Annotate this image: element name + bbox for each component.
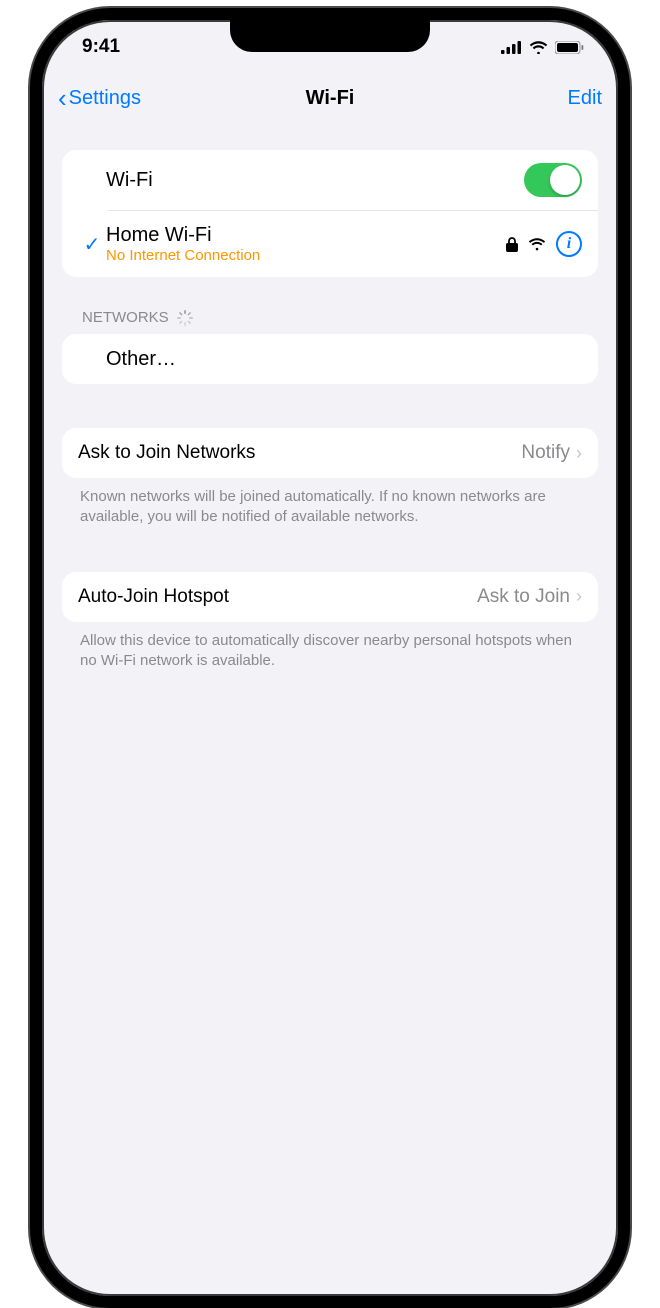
ask-to-join-row[interactable]: Ask to Join Networks Notify ›: [62, 428, 598, 478]
chevron-right-icon: ›: [576, 443, 582, 464]
spinner-icon: [177, 310, 193, 326]
ask-value: Notify: [521, 442, 570, 464]
wifi-toggle[interactable]: [524, 163, 582, 197]
cellular-icon: [501, 41, 522, 54]
networks-header: Networks: [62, 277, 598, 334]
other-network-row[interactable]: Other…: [62, 334, 598, 384]
connected-network-row[interactable]: ✓ Home Wi-Fi No Internet Connection i: [62, 211, 598, 277]
lock-icon: [506, 237, 518, 252]
phone-frame: 9:41 ‹ Settings Wi-Fi Edit Wi-Fi ✓ Home …: [30, 8, 630, 1308]
networks-card: Other…: [62, 334, 598, 384]
other-label: Other…: [106, 348, 176, 371]
network-status: No Internet Connection: [106, 247, 506, 264]
auto-join-hotspot-row[interactable]: Auto-Join Hotspot Ask to Join ›: [62, 572, 598, 622]
ask-footer: Known networks will be joined automatica…: [62, 478, 598, 528]
battery-icon: [555, 41, 584, 54]
nav-bar: ‹ Settings Wi-Fi Edit: [42, 74, 618, 122]
wifi-status-icon: [529, 41, 548, 54]
page-title: Wi-Fi: [306, 87, 355, 110]
check-icon: ✓: [78, 232, 106, 257]
wifi-card: Wi-Fi ✓ Home Wi-Fi No Internet Connectio…: [62, 150, 598, 277]
wifi-label: Wi-Fi: [106, 169, 524, 192]
wifi-signal-icon: [528, 238, 546, 251]
hotspot-footer: Allow this device to automatically disco…: [62, 622, 598, 672]
info-icon[interactable]: i: [556, 231, 582, 257]
status-indicators: [501, 41, 584, 54]
back-label: Settings: [69, 87, 141, 110]
hotspot-value: Ask to Join: [477, 586, 570, 608]
wifi-toggle-row: Wi-Fi: [62, 150, 598, 210]
status-time: 9:41: [82, 36, 120, 58]
ask-label: Ask to Join Networks: [78, 442, 255, 464]
network-name: Home Wi-Fi: [106, 224, 506, 247]
notch: [230, 18, 430, 52]
hotspot-label: Auto-Join Hotspot: [78, 586, 229, 608]
chevron-right-icon: ›: [576, 586, 582, 607]
edit-button[interactable]: Edit: [568, 87, 602, 110]
back-button[interactable]: ‹ Settings: [58, 83, 141, 114]
chevron-left-icon: ‹: [58, 83, 67, 114]
